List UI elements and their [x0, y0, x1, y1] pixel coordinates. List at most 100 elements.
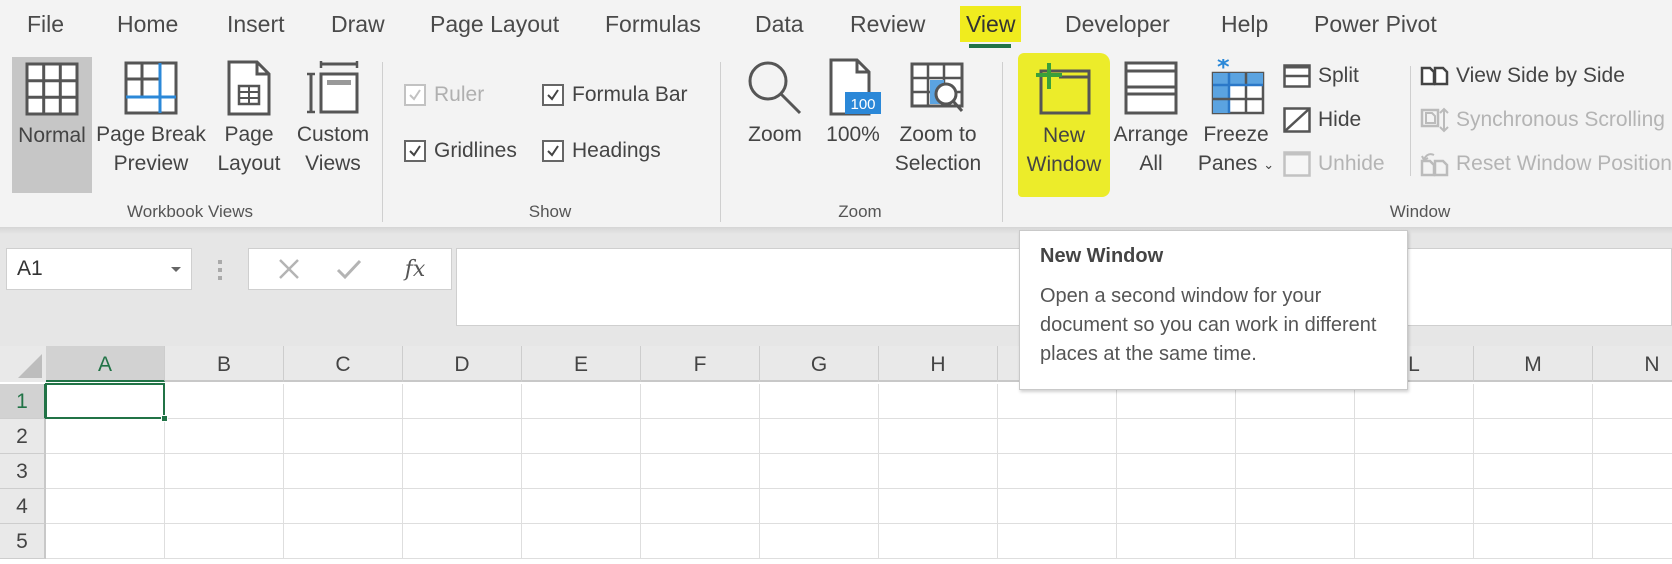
cell-f2[interactable] — [641, 419, 760, 454]
cell-h2[interactable] — [879, 419, 998, 454]
cancel-button[interactable] — [259, 249, 319, 289]
row-header-4[interactable]: 4 — [0, 489, 46, 524]
cell-n1[interactable] — [1593, 384, 1672, 419]
column-header-e[interactable]: E — [522, 346, 641, 382]
cell-a5[interactable] — [46, 524, 165, 559]
fill-handle[interactable] — [161, 415, 168, 422]
cell-d4[interactable] — [403, 489, 522, 524]
row-header-2[interactable]: 2 — [0, 419, 46, 454]
cell-d5[interactable] — [403, 524, 522, 559]
cell-n2[interactable] — [1593, 419, 1672, 454]
cell-b3[interactable] — [165, 454, 284, 489]
tab-file[interactable]: File — [27, 6, 64, 42]
cell-g1[interactable] — [760, 384, 879, 419]
column-header-b[interactable]: B — [165, 346, 284, 382]
cell-a2[interactable] — [46, 419, 165, 454]
formula-bar-checkbox[interactable]: Formula Bar — [542, 83, 688, 107]
ruler-checkbox[interactable]: Ruler — [404, 83, 484, 107]
cell-m4[interactable] — [1474, 489, 1593, 524]
cell-n5[interactable] — [1593, 524, 1672, 559]
headings-checkbox[interactable]: Headings — [542, 139, 661, 163]
cell-m1[interactable] — [1474, 384, 1593, 419]
cell-l5[interactable] — [1355, 524, 1474, 559]
freeze-panes-button[interactable]: * Freeze Panes ⌄ — [1196, 56, 1276, 179]
tab-formulas[interactable]: Formulas — [605, 6, 701, 42]
cell-e2[interactable] — [522, 419, 641, 454]
cell-f5[interactable] — [641, 524, 760, 559]
page-break-preview-button[interactable]: Page Break Preview — [95, 56, 207, 178]
cell-a4[interactable] — [46, 489, 165, 524]
cell-h3[interactable] — [879, 454, 998, 489]
formula-bar-resize-handle[interactable] — [218, 260, 222, 280]
cell-g4[interactable] — [760, 489, 879, 524]
insert-function-button[interactable]: fx — [385, 249, 445, 289]
cell-m2[interactable] — [1474, 419, 1593, 454]
column-header-c[interactable]: C — [284, 346, 403, 382]
cell-k3[interactable] — [1236, 454, 1355, 489]
row-header-3[interactable]: 3 — [0, 454, 46, 489]
cell-a3[interactable] — [46, 454, 165, 489]
cell-b5[interactable] — [165, 524, 284, 559]
tab-home[interactable]: Home — [117, 6, 178, 42]
cell-l2[interactable] — [1355, 419, 1474, 454]
tab-page-layout[interactable]: Page Layout — [430, 6, 559, 42]
tab-draw[interactable]: Draw — [331, 6, 385, 42]
tab-developer[interactable]: Developer — [1065, 6, 1170, 42]
cell-e4[interactable] — [522, 489, 641, 524]
cell-c3[interactable] — [284, 454, 403, 489]
cell-i5[interactable] — [998, 524, 1117, 559]
tab-power-pivot[interactable]: Power Pivot — [1314, 6, 1437, 42]
cell-e3[interactable] — [522, 454, 641, 489]
cell-j4[interactable] — [1117, 489, 1236, 524]
new-window-button[interactable]: New Window — [1018, 53, 1110, 197]
cell-d1[interactable] — [403, 384, 522, 419]
cell-k4[interactable] — [1236, 489, 1355, 524]
page-layout-view-button[interactable]: Page Layout — [212, 56, 286, 178]
cell-n4[interactable] — [1593, 489, 1672, 524]
cell-h1[interactable] — [879, 384, 998, 419]
cell-b4[interactable] — [165, 489, 284, 524]
cell-f1[interactable] — [641, 384, 760, 419]
cell-h4[interactable] — [879, 489, 998, 524]
column-header-m[interactable]: M — [1474, 346, 1593, 382]
reset-window-position-button[interactable]: Reset Window Position — [1420, 150, 1672, 178]
cell-f4[interactable] — [641, 489, 760, 524]
cell-i3[interactable] — [998, 454, 1117, 489]
cell-n3[interactable] — [1593, 454, 1672, 489]
cell-c4[interactable] — [284, 489, 403, 524]
hide-button[interactable]: Hide — [1282, 106, 1361, 134]
cell-b1[interactable] — [165, 384, 284, 419]
cell-c1[interactable] — [284, 384, 403, 419]
unhide-button[interactable]: Unhide — [1282, 150, 1385, 178]
column-header-f[interactable]: F — [641, 346, 760, 382]
cell-m5[interactable] — [1474, 524, 1593, 559]
column-header-g[interactable]: G — [760, 346, 879, 382]
cell-f3[interactable] — [641, 454, 760, 489]
cell-i2[interactable] — [998, 419, 1117, 454]
row-header-1[interactable]: 1 — [0, 384, 46, 419]
cell-j2[interactable] — [1117, 419, 1236, 454]
cell-d3[interactable] — [403, 454, 522, 489]
cell-m3[interactable] — [1474, 454, 1593, 489]
tab-insert[interactable]: Insert — [227, 6, 285, 42]
row-header-5[interactable]: 5 — [0, 524, 46, 559]
tab-data[interactable]: Data — [755, 6, 804, 42]
column-header-a[interactable]: A — [46, 346, 165, 382]
column-header-n[interactable]: N — [1593, 346, 1672, 382]
cell-g3[interactable] — [760, 454, 879, 489]
zoom-button[interactable]: Zoom — [740, 56, 810, 149]
zoom-100-button[interactable]: 100 100% — [820, 56, 886, 149]
zoom-to-selection-button[interactable]: Zoom to Selection — [888, 56, 988, 178]
cell-e5[interactable] — [522, 524, 641, 559]
cell-a1[interactable] — [46, 384, 165, 419]
cell-d2[interactable] — [403, 419, 522, 454]
arrange-all-button[interactable]: Arrange All — [1108, 56, 1194, 178]
tab-help[interactable]: Help — [1221, 6, 1268, 42]
enter-button[interactable] — [319, 249, 379, 289]
gridlines-checkbox[interactable]: Gridlines — [404, 139, 517, 163]
cell-g2[interactable] — [760, 419, 879, 454]
cell-c5[interactable] — [284, 524, 403, 559]
tab-view[interactable]: View — [960, 6, 1022, 42]
cell-h5[interactable] — [879, 524, 998, 559]
cell-k2[interactable] — [1236, 419, 1355, 454]
